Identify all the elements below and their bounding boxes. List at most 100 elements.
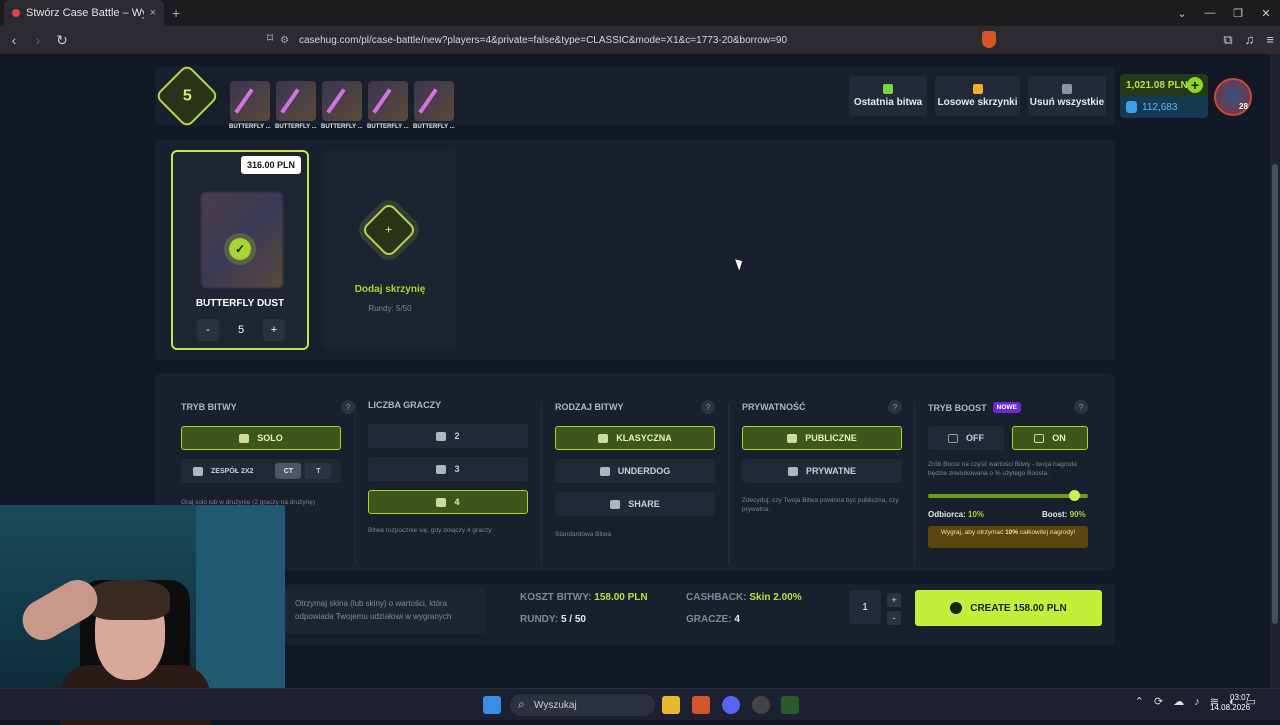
start-icon[interactable] (483, 696, 501, 714)
extensions-icon[interactable]: ⧉ (1223, 32, 1232, 48)
deposit-button[interactable]: + (1187, 77, 1203, 93)
solo-button[interactable]: SOLO (181, 426, 341, 450)
last-battle-button[interactable]: Ostatnia bitwa (849, 76, 927, 116)
close-tab-icon[interactable]: × (150, 7, 156, 19)
count-increase-button[interactable]: + (887, 593, 901, 607)
case-thumb-label: BUTTERFLY ... (413, 124, 455, 130)
discord-icon[interactable] (722, 696, 740, 714)
slider-handle[interactable] (1069, 490, 1080, 501)
app-icon[interactable] (781, 696, 799, 714)
case-thumb-label: BUTTERFLY ... (321, 124, 363, 130)
selected-cases-strip: 5 BUTTERFLY ... BUTTERFLY ... BUTTERFLY … (154, 63, 1115, 130)
boost-off-button[interactable]: OFF (928, 426, 1004, 450)
case-card[interactable]: 316.00 PLN ✓ BUTTERFLY DUST - 5 + (171, 150, 309, 350)
case-thumb[interactable] (414, 81, 454, 121)
team-button[interactable]: ZESPÓŁ 2X2 CT T (181, 459, 341, 483)
reload-icon[interactable]: ↻ (52, 32, 72, 49)
private-button[interactable]: PRYWATNE (742, 459, 902, 483)
plus-circle-icon (950, 602, 963, 614)
ct-option[interactable]: CT (275, 463, 302, 479)
close-window-button[interactable]: ✕ (1252, 7, 1280, 20)
media-icon[interactable]: ♫ (1245, 32, 1255, 48)
t-option[interactable]: T (305, 463, 332, 479)
underdog-button[interactable]: UNDERDOG (555, 459, 715, 483)
scrollbar-thumb[interactable] (1272, 164, 1278, 624)
clock[interactable]: 03:07 14.08.2026 (1210, 693, 1250, 714)
divider (914, 404, 915, 564)
case-thumb[interactable] (276, 81, 316, 121)
tab-search-button[interactable]: ⌄ (1168, 7, 1196, 20)
random-cases-button[interactable]: Losowe skrzynki (935, 76, 1020, 116)
increase-button[interactable]: + (263, 319, 285, 341)
decrease-button[interactable]: - (197, 319, 219, 341)
help-icon[interactable]: ? (701, 400, 715, 414)
users-icon (436, 464, 447, 474)
person-hair (88, 580, 170, 620)
help-icon[interactable]: ? (1074, 400, 1088, 414)
boost-slider[interactable] (928, 490, 1088, 501)
maximize-button[interactable]: ❐ (1224, 7, 1252, 20)
bookmark-icon[interactable]: ⌑ (260, 31, 280, 45)
clock-time: 03:07 (1230, 693, 1251, 702)
tray-app-icon[interactable]: ⟳ (1154, 695, 1163, 708)
public-button[interactable]: PUBLICZNE (742, 426, 902, 450)
case-thumb[interactable] (230, 81, 270, 121)
boost-on-button[interactable]: ON (1012, 426, 1088, 450)
checkbox-checked-icon (1034, 433, 1045, 443)
obs-icon[interactable] (752, 696, 770, 714)
browser-toolbar: ‹ › ↻ ⌑ ⚙ casehug.com/pl/case-battle/new… (0, 26, 1280, 54)
tray-chevron-icon[interactable]: ⌃ (1135, 695, 1144, 708)
quantity-value: 5 (237, 324, 245, 336)
remove-all-button[interactable]: Usuń wszystkie (1028, 76, 1106, 116)
forward-icon[interactable]: › (28, 32, 48, 48)
note-text: Wygraj, aby otrzymać (940, 529, 1006, 536)
note-percent: 10% (1005, 529, 1019, 536)
cashback: CASHBACK: Skin 2.00% (686, 592, 802, 603)
browser-titlebar: Stwórz Case Battle – Wygraj skin × + ⌄ —… (0, 0, 1280, 26)
players-3-button[interactable]: 3 (368, 457, 528, 481)
players-title: LICZBA GRACZY (368, 400, 442, 410)
create-battle-button[interactable]: CREATE 158.00 PLN (915, 590, 1102, 626)
cost-value: 158.00 PLN (594, 592, 648, 603)
classic-button[interactable]: KLASYCZNA (555, 426, 715, 450)
browser-tab[interactable]: Stwórz Case Battle – Wygraj skin × (4, 0, 164, 26)
help-icon[interactable]: ? (888, 400, 902, 414)
network-icon[interactable]: ☁ (1173, 695, 1184, 708)
minimize-button[interactable]: — (1196, 7, 1224, 19)
site-info-icon[interactable]: ⚙ (280, 35, 289, 46)
last-battle-label: Ostatnia bitwa (853, 97, 923, 108)
help-icon[interactable]: ? (341, 400, 355, 414)
privacy-desc: Zdecyduj, czy Twoja Bitwa powinna być pu… (742, 497, 899, 514)
user-level: 28 (1239, 102, 1248, 111)
boost-title: TRYB BOOST (928, 402, 987, 413)
players-4-button[interactable]: 4 (368, 490, 528, 514)
boost-value: 90% (1069, 510, 1086, 519)
battle-count-input[interactable]: 1 (849, 590, 881, 624)
windows-taskbar: Wyszukaj ⌃ ⟳ ☁ ♪ ≋ ◐ ▭ 03:0714.08.2026 (0, 688, 1280, 720)
mic-icon[interactable]: ♪ (1194, 696, 1200, 708)
taskbar-search[interactable]: Wyszukaj (510, 694, 655, 716)
case-thumb-label: BUTTERFLY ... (367, 124, 409, 130)
address-bar[interactable]: ⚙ casehug.com/pl/case-battle/new?players… (280, 30, 995, 50)
summary-desc: Otrzymaj skina (lub skiny) o wartości, k… (285, 588, 485, 634)
scrollbar[interactable] (1270, 54, 1280, 688)
boost-label: Boost: (1042, 510, 1068, 519)
players-2-button[interactable]: 2 (368, 424, 528, 448)
new-tab-button[interactable]: + (172, 5, 180, 21)
brave-icon[interactable] (692, 696, 710, 714)
case-thumb[interactable] (368, 81, 408, 121)
menu-icon[interactable]: ≡ (1266, 32, 1274, 48)
note-text-end: całkowitej nagrody! (1018, 529, 1076, 536)
summary-bar: Otrzymaj skina (lub skiny) o wartości, k… (155, 584, 1115, 646)
back-icon[interactable]: ‹ (4, 32, 24, 48)
case-thumb[interactable] (322, 81, 362, 121)
users-icon (436, 431, 447, 441)
battle-cost: KOSZT BITWY: 158.00 PLN (520, 592, 648, 603)
count-decrease-button[interactable]: - (887, 611, 901, 625)
folder-icon[interactable] (662, 696, 680, 714)
brave-shield-icon[interactable] (982, 31, 996, 48)
add-case-card[interactable]: + Dodaj skrzynię Rundy: 5/50 (323, 150, 457, 350)
add-case-icon[interactable]: + (360, 201, 418, 259)
players-3-label: 3 (454, 464, 460, 474)
share-button[interactable]: SHARE (555, 492, 715, 516)
